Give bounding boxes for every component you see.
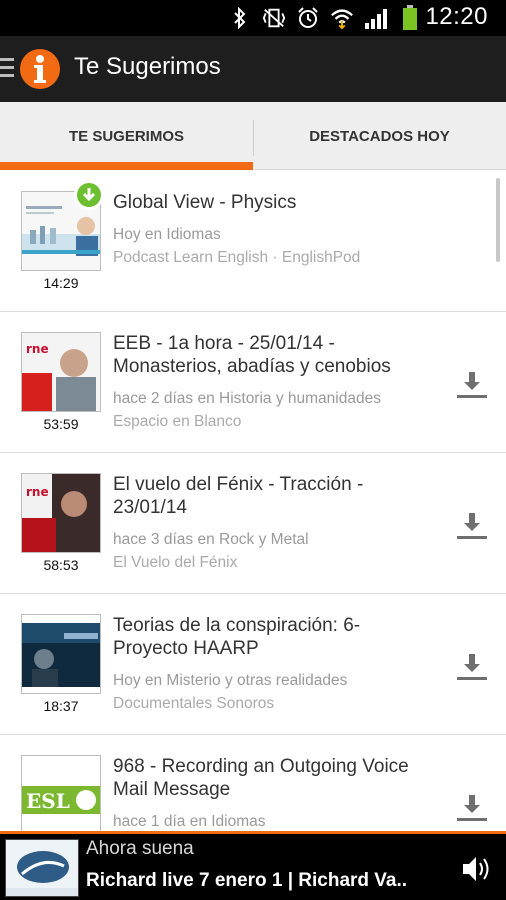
download-icon[interactable] [456,793,488,823]
app-logo-icon[interactable] [20,49,60,89]
svg-text:ESL: ESL [26,789,70,813]
signal-icon [364,6,388,30]
tab-destacados-hoy[interactable]: DESTACADOS HOY [253,102,506,170]
svg-text:rne: rne [26,342,49,356]
tab-divider [253,120,254,156]
episode-title: EEB - 1a hora - 25/01/14 - Monasterios, … [113,333,391,377]
speaker-icon[interactable] [460,852,494,886]
now-playing-track: Richard live 7 enero 1 | Richard Va.. [86,870,408,891]
download-icon[interactable] [456,370,488,400]
status-bar: 12:20 [0,0,506,36]
wifi-icon [330,6,354,30]
episode-title: El vuelo del Fénix - Tracción - 23/01/14 [113,474,364,518]
download-icon[interactable] [456,652,488,682]
now-playing-bar[interactable]: Ahora suena Richard live 7 enero 1 | Ric… [0,831,506,900]
episode-meta: hace 1 día en Idiomas [113,813,266,830]
alarm-icon [296,6,320,30]
svg-text:rne: rne [26,485,49,499]
bluetooth-icon [228,6,252,30]
tab-te-sugerimos[interactable]: TE SUGERIMOS [0,102,253,170]
list-item[interactable]: rne 58:53 El vuelo del Fénix - Tracción … [0,453,506,594]
episode-source: Podcast Learn English · EnglishPod [113,249,361,266]
list-scrollbar[interactable] [496,178,500,262]
episode-meta: hace 2 días en Historia y humanidades [113,390,381,407]
episode-source: El Vuelo del Fénix [113,554,238,571]
episode-duration: 53:59 [43,416,79,432]
downloaded-badge-icon [74,180,104,210]
page-title: Te Sugerimos [74,53,221,80]
episode-thumbnail: ESL [21,755,101,831]
episode-thumbnail: rne [21,473,101,553]
episode-thumbnail [21,614,101,694]
download-icon[interactable] [456,511,488,541]
episode-title: 968 - Recording an Outgoing Voice Mail M… [113,756,409,800]
vibrate-icon [262,6,286,30]
now-playing-artwork [5,839,79,897]
episode-meta: Hoy en Idiomas [113,226,221,243]
battery-icon [398,5,422,30]
drawer-menu-icon[interactable] [0,58,14,80]
episode-duration: 18:37 [43,698,79,714]
list-item[interactable]: ESL 968 - Recording an Outgoing Voice Ma… [0,735,506,831]
list-item[interactable]: rne 53:59 EEB - 1a hora - 25/01/14 - Mon… [0,312,506,453]
episode-title: Teorias de la conspiración: 6-Proyecto H… [113,615,361,659]
episode-source: Documentales Sonoros [113,695,275,712]
episode-source: Espacio en Blanco [113,413,242,430]
clock: 12:20 [425,3,488,30]
now-playing-label: Ahora suena [86,838,194,859]
list-item[interactable]: 18:37 Teorias de la conspiración: 6-Proy… [0,594,506,735]
episode-duration: 58:53 [43,557,79,573]
episode-meta: hace 3 días en Rock y Metal [113,531,309,548]
episode-title: Global View - Physics [113,192,297,213]
list-item[interactable]: 14:29 Global View - Physics Hoy en Idiom… [0,171,506,312]
episode-duration: 14:29 [43,275,79,291]
episode-thumbnail: rne [21,332,101,412]
episode-list[interactable]: 14:29 Global View - Physics Hoy en Idiom… [0,171,506,831]
action-bar: Te Sugerimos [0,36,506,102]
episode-meta: Hoy en Misterio y otras realidades [113,672,348,689]
